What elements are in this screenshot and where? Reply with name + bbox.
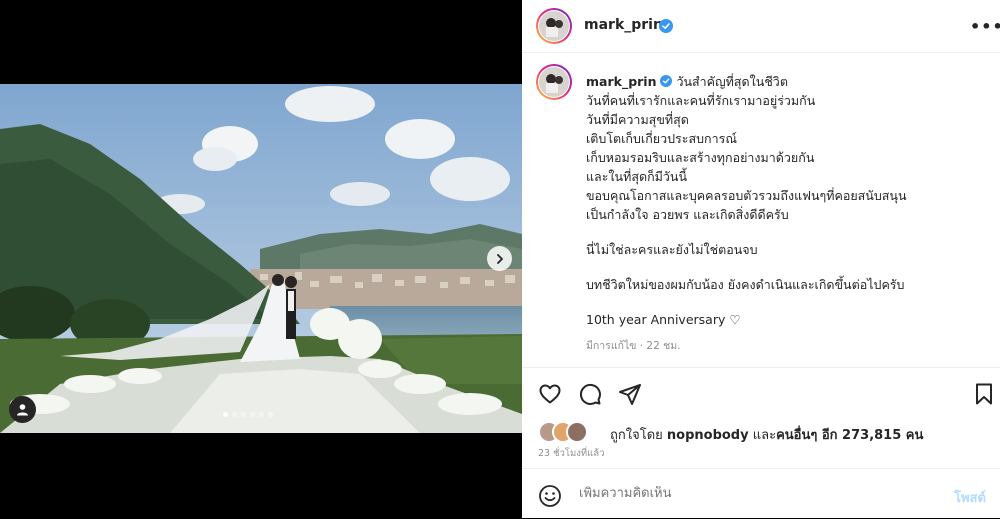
post-media-pane — [0, 0, 522, 518]
likes-prefix: ถูกใจโดย — [610, 428, 667, 443]
action-bar — [522, 367, 1000, 418]
likes-and: และ — [748, 428, 777, 443]
caption-text: และในที่สุดก็มีวันนี้ — [586, 169, 687, 184]
comment-input[interactable] — [579, 486, 919, 501]
caption-text: วันสำคัญที่สุดในชีวิต — [676, 74, 788, 89]
caption-text: วันที่คนที่เรารักและคนที่รักเรามาอยู่ร่ว… — [586, 93, 816, 108]
carousel-dot — [232, 412, 237, 417]
comment-bar: โพสต์ — [522, 468, 1000, 519]
liker-username[interactable]: nopnobody — [667, 428, 749, 443]
caption-text: เติบโตเก็บเกี่ยวประสบการณ์ — [586, 131, 737, 146]
caption-text: เป็นกำลังใจ อวยพร และเกิดสิ่งดีดีครับ — [586, 207, 789, 222]
likes-text: ถูกใจโดย nopnobody และคนอื่นๆ อีก 273,81… — [610, 424, 923, 445]
tagged-users-button[interactable] — [9, 396, 36, 423]
comment-icon[interactable] — [578, 382, 602, 406]
caption-username[interactable]: mark_prin — [586, 74, 656, 89]
bookmark-icon[interactable] — [972, 382, 996, 406]
caption-first-line: mark_prin วันสำคัญที่สุดในชีวิต — [586, 72, 986, 91]
post-header: mark_prin ••• — [522, 0, 1000, 53]
caption-text: วันที่มีความสุขที่สุด — [586, 112, 689, 127]
carousel-dot — [268, 412, 273, 417]
post-details-panel: mark_prin ••• mark_prin วันสำคัญที่สุดใน… — [522, 0, 1000, 518]
user-tag-icon — [17, 404, 28, 416]
post-photo — [0, 84, 522, 433]
post-comment-button[interactable]: โพสต์ — [954, 487, 986, 508]
more-options-icon: ••• — [970, 17, 1000, 36]
next-arrow-icon — [496, 253, 503, 264]
post-caption: mark_prin วันสำคัญที่สุดในชีวิต วันที่คน… — [586, 72, 986, 329]
avatar-image — [539, 11, 569, 41]
caption-avatar[interactable] — [538, 66, 570, 98]
post-time: 23 ชั่วโมงที่แล้ว — [538, 448, 605, 459]
verified-badge-icon — [659, 19, 673, 33]
caption-text: นี่ไม่ใช่ละครและยังไม่ใช่ตอนจบ — [586, 242, 758, 257]
more-options-button[interactable]: ••• — [970, 17, 1000, 36]
caption-text: 10th year Anniversary ♡ — [586, 312, 741, 327]
caption-text: เก็บหอมรอมริบและสร้างทุกอย่างมาด้วยกัน — [586, 150, 815, 165]
header-avatar[interactable] — [538, 10, 570, 42]
liker-avatar[interactable] — [566, 421, 588, 443]
carousel-dot — [259, 412, 264, 417]
carousel-indicator — [223, 412, 273, 417]
caption-text: บทชีวิตใหม่ของผมกับน้อง ยังคงดำเนินและเก… — [586, 277, 905, 292]
share-icon[interactable] — [618, 382, 642, 406]
carousel-dot — [223, 412, 228, 417]
avatar-image — [539, 67, 569, 97]
next-photo-button[interactable] — [487, 246, 512, 271]
header-username[interactable]: mark_prin — [584, 17, 663, 33]
likes-summary: ถูกใจโดย nopnobody และคนอื่นๆ อีก 273,81… — [538, 421, 998, 443]
carousel-dot — [250, 412, 255, 417]
verified-badge-icon — [660, 75, 673, 87]
edited-timestamp: มีการแก้ไข · 22 ชม. — [586, 340, 681, 352]
emoji-icon[interactable] — [538, 484, 562, 508]
likes-count-link[interactable]: คนอื่นๆ อีก 273,815 คน — [776, 428, 923, 443]
caption-text: ขอบคุณโอกาสและบุคคลรอบตัวรวมถึงแฟนๆที่คอ… — [586, 188, 907, 203]
carousel-dot — [241, 412, 246, 417]
heart-icon[interactable] — [538, 382, 562, 406]
